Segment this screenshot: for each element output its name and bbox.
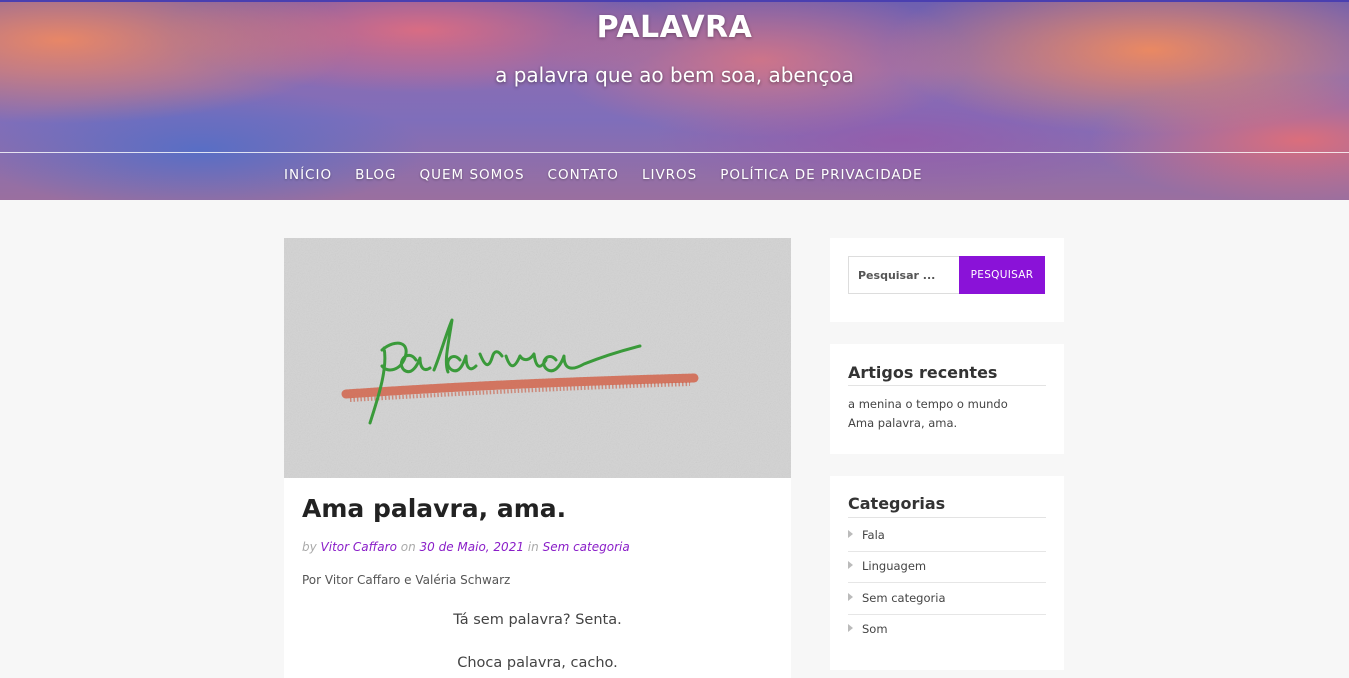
post-meta-on-label: on (400, 540, 416, 554)
nav-item-inicio[interactable]: INÍCIO (284, 167, 332, 183)
categories-title: Categorias (848, 494, 946, 513)
category-item-sem-categoria[interactable]: Sem categoria (848, 583, 1046, 615)
nav-divider (0, 152, 1349, 153)
caret-right-icon (848, 624, 853, 632)
post-date-link[interactable]: 30 de Maio, 2021 (420, 540, 524, 554)
category-label: Sem categoria (862, 591, 946, 605)
main-navigation: INÍCIO BLOG QUEM SOMOS CONTATO LIVROS PO… (284, 167, 946, 183)
category-label: Fala (862, 528, 885, 542)
post-meta: by Vitor Caffaro on 30 de Maio, 2021 in … (302, 540, 630, 554)
widget-divider (848, 517, 1046, 518)
category-item-fala[interactable]: Fala (848, 520, 1046, 552)
post-meta-by-label: by (302, 540, 317, 554)
category-label: Som (862, 622, 888, 636)
recent-posts-widget: Artigos recentes a menina o tempo o mund… (830, 344, 1064, 454)
site-tagline: a palavra que ao bem soa, abençoa (495, 63, 854, 87)
post-body-line: Tá sem palavra? Senta. (453, 612, 622, 628)
caret-right-icon (848, 593, 853, 601)
caret-right-icon (848, 561, 853, 569)
widget-divider (848, 385, 1046, 386)
post-byline: Por Vitor Caffaro e Valéria Schwarz (302, 573, 511, 587)
category-item-linguagem[interactable]: Linguagem (848, 551, 1046, 583)
nav-item-quem-somos[interactable]: QUEM SOMOS (420, 167, 525, 183)
post-meta-in-label: in (527, 540, 539, 554)
nav-item-livros[interactable]: LIVROS (642, 167, 697, 183)
caret-right-icon (848, 530, 853, 538)
category-item-som[interactable]: Som (848, 614, 1046, 645)
search-button[interactable]: PESQUISAR (959, 256, 1045, 294)
recent-post-link[interactable]: a menina o tempo o mundo (848, 397, 1008, 411)
search-widget: PESQUISAR (830, 238, 1064, 322)
post-author-link[interactable]: Vitor Caffaro (321, 540, 397, 554)
nav-item-politica-de-privacidade[interactable]: POLÍTICA DE PRIVACIDADE (720, 167, 922, 183)
recent-posts-title: Artigos recentes (848, 363, 998, 382)
nav-item-blog[interactable]: BLOG (355, 167, 396, 183)
header-top-line (0, 0, 1349, 2)
post-title[interactable]: Ama palavra, ama. (302, 494, 566, 523)
post-body-line: Choca palavra, cacho. (457, 655, 618, 671)
recent-post-link[interactable]: Ama palavra, ama. (848, 416, 957, 430)
post-featured-image[interactable] (284, 238, 791, 478)
post-card: Ama palavra, ama. by Vitor Caffaro on 30… (284, 238, 791, 678)
category-label: Linguagem (862, 559, 927, 573)
site-header: PALAVRA a palavra que ao bem soa, abenço… (0, 0, 1349, 200)
nav-item-contato[interactable]: CONTATO (548, 167, 619, 183)
categories-widget: Categorias Fala Linguagem Sem categoria … (830, 476, 1064, 670)
post-category-link[interactable]: Sem categoria (543, 540, 630, 554)
search-input[interactable] (848, 256, 959, 294)
site-title[interactable]: PALAVRA (0, 10, 1349, 45)
handwritten-palavra-image (284, 238, 791, 478)
